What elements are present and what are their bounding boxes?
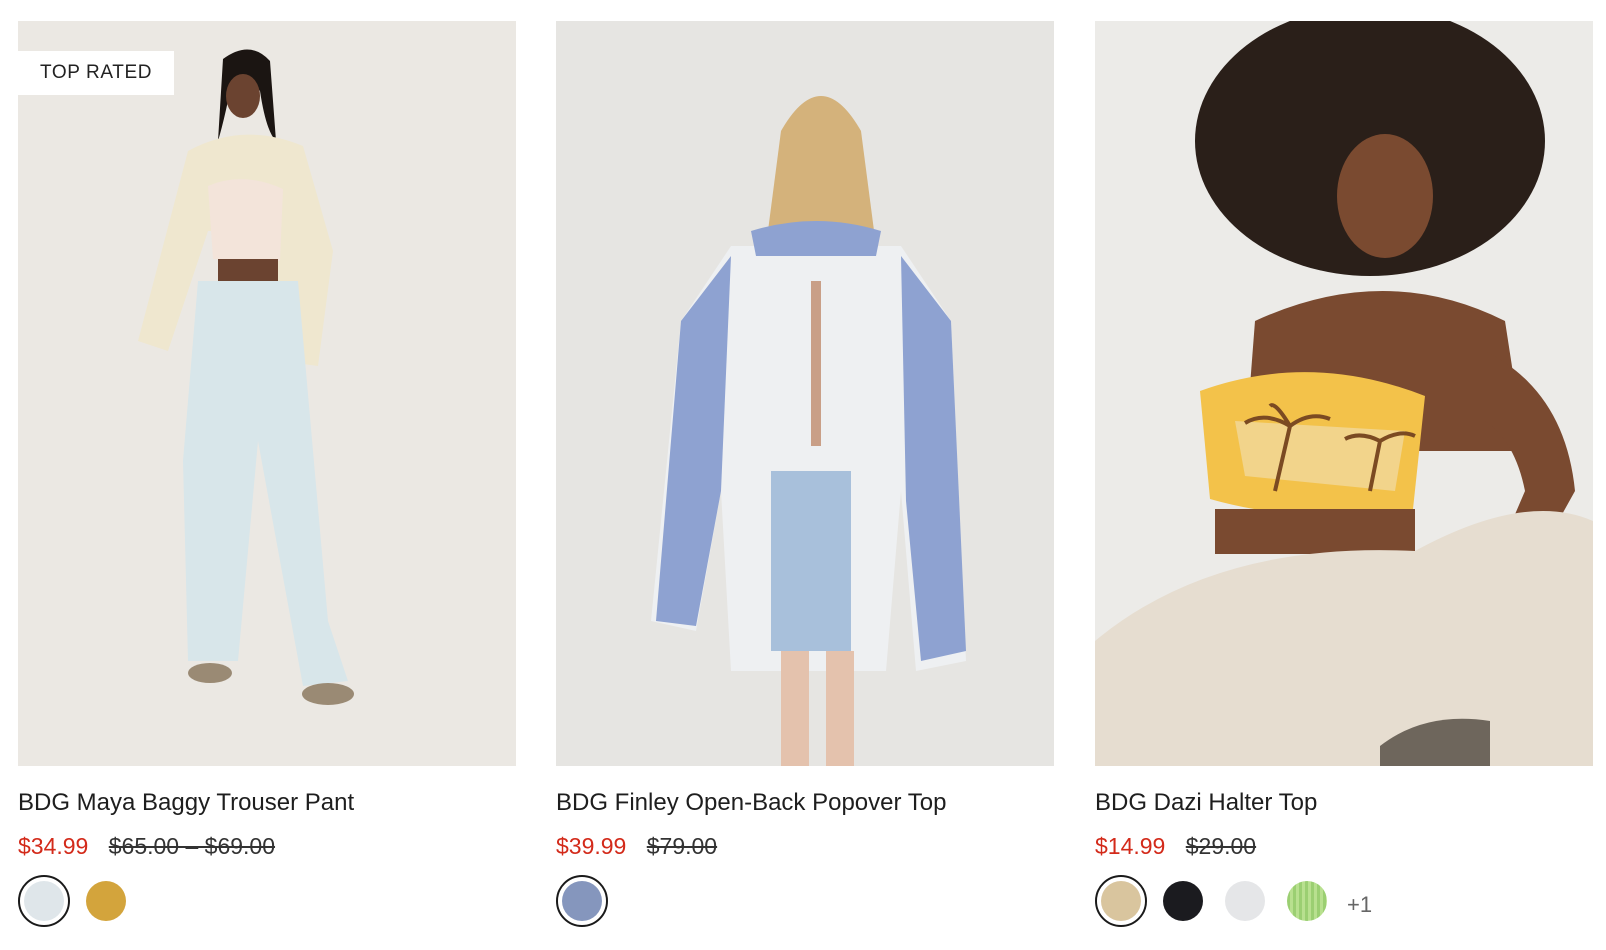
sale-price: $14.99 bbox=[1095, 833, 1166, 859]
product-image[interactable]: TOP RATED bbox=[18, 21, 516, 766]
model-photo bbox=[556, 21, 1054, 766]
sale-price: $39.99 bbox=[556, 833, 627, 859]
top-rated-badge: TOP RATED bbox=[18, 51, 175, 95]
product-card: BDG Finley Open-Back Popover Top $39.99 … bbox=[556, 21, 1054, 927]
price-row: $34.99 $65.00 – $69.00 bbox=[18, 831, 516, 861]
color-swatch-light-blue[interactable] bbox=[18, 875, 70, 927]
more-colors-link[interactable]: +1 bbox=[1347, 892, 1372, 918]
color-swatch-mustard[interactable] bbox=[80, 875, 132, 927]
product-image[interactable] bbox=[556, 21, 1054, 766]
original-price: $29.00 bbox=[1185, 833, 1257, 859]
color-swatches bbox=[556, 875, 1054, 927]
product-title[interactable]: BDG Finley Open-Back Popover Top bbox=[556, 788, 1054, 818]
product-title[interactable]: BDG Dazi Halter Top bbox=[1095, 788, 1593, 818]
color-swatch-blue[interactable] bbox=[556, 875, 608, 927]
product-title[interactable]: BDG Maya Baggy Trouser Pant bbox=[18, 788, 516, 818]
product-image[interactable] bbox=[1095, 21, 1593, 766]
color-swatches: +1 bbox=[1095, 875, 1593, 927]
color-swatch-white[interactable] bbox=[1219, 875, 1271, 927]
model-photo bbox=[1095, 21, 1593, 766]
original-price: $79.00 bbox=[646, 833, 718, 859]
color-swatches bbox=[18, 875, 516, 927]
sale-price: $34.99 bbox=[18, 833, 89, 859]
product-grid: TOP RATED BDG Maya Baggy Trouser Pant $3… bbox=[0, 0, 1606, 950]
price-row: $39.99 $79.00 bbox=[556, 831, 1054, 861]
color-swatch-black[interactable] bbox=[1157, 875, 1209, 927]
product-card: TOP RATED BDG Maya Baggy Trouser Pant $3… bbox=[18, 21, 516, 927]
product-card: BDG Dazi Halter Top $14.99 $29.00 +1 bbox=[1095, 21, 1593, 927]
original-price: $65.00 – $69.00 bbox=[108, 833, 276, 859]
color-swatch-tan[interactable] bbox=[1095, 875, 1147, 927]
model-photo bbox=[18, 21, 516, 766]
color-swatch-green[interactable] bbox=[1281, 875, 1333, 927]
price-row: $14.99 $29.00 bbox=[1095, 831, 1593, 861]
